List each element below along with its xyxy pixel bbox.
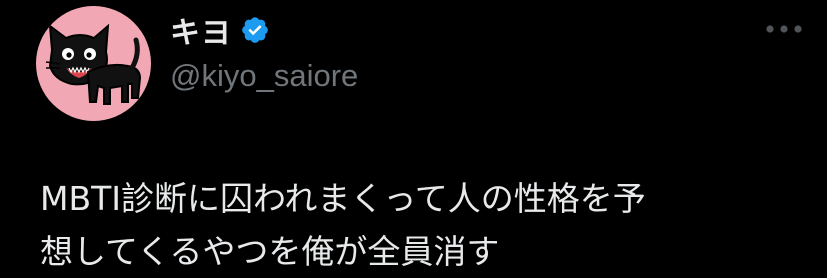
display-name[interactable]: キヨ xyxy=(170,8,232,52)
tweet-text-line-2: 想してくるやつを俺が全員消す xyxy=(40,232,500,271)
author-handle[interactable]: @kiyo_saiore xyxy=(170,58,358,94)
tweet-text: MBTI診断に囚われまくって人の性格を予 想してくるやつを俺が全員消す xyxy=(40,172,800,278)
tweet-text-line-1: MBTI診断に囚われまくって人の性格を予 xyxy=(40,179,646,218)
more-options-button[interactable] xyxy=(756,14,812,44)
avatar[interactable] xyxy=(36,6,151,121)
more-options-icon xyxy=(766,25,802,33)
verified-badge-icon[interactable] xyxy=(240,15,270,45)
author-name-row: キヨ xyxy=(170,8,270,52)
tweet-card: キヨ @kiyo_saiore MBTI診断に囚われまくって人の性格を予 想して… xyxy=(0,0,827,275)
black-cat-avatar-icon xyxy=(45,23,142,105)
